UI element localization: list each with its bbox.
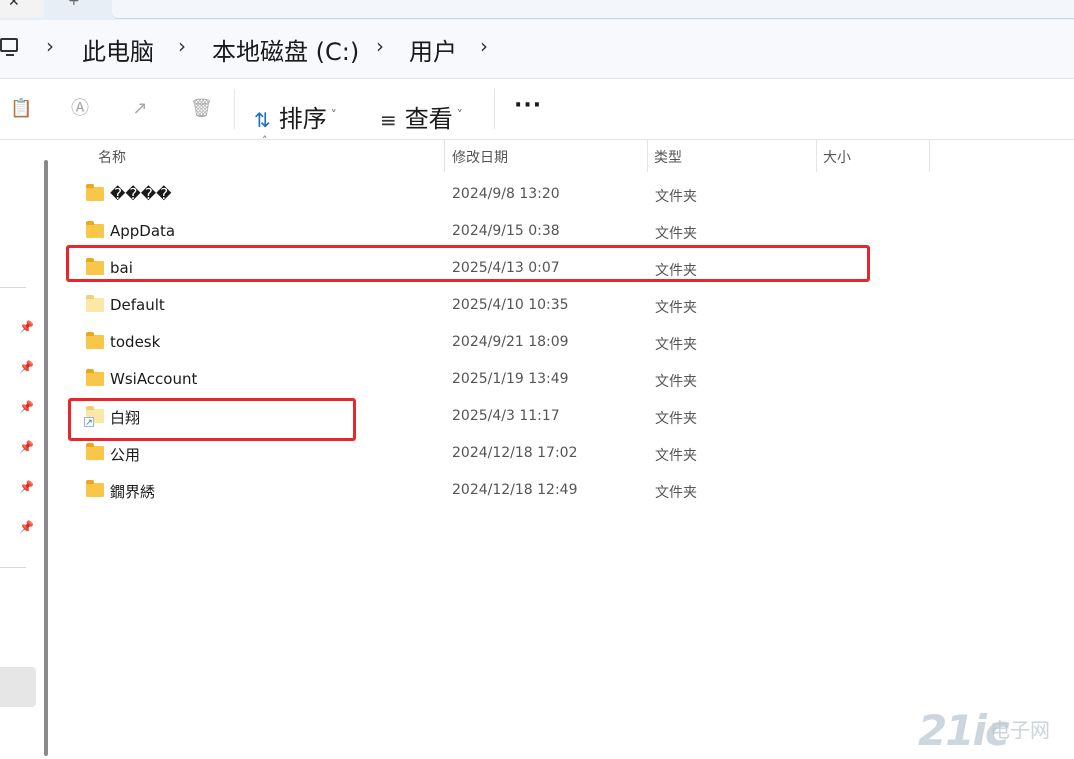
column-header-size[interactable]: 大小 [817, 140, 929, 172]
file-date: 2024/9/21 18:09 [452, 334, 569, 350]
file-row[interactable]: ���� 2024/9/8 13:20 文件夹 [0, 178, 1074, 215]
command-bar: 📋 Ⓐ ↗ 🗑 ⇅ 排序 ˅ ≡ 查看 ˅ ··· [0, 79, 1074, 140]
file-type: 文件夹 [655, 189, 697, 205]
folder-icon [86, 369, 104, 386]
file-name: Default [110, 296, 165, 314]
toolbar-divider [494, 89, 495, 129]
more-options-button[interactable]: ··· [514, 93, 542, 118]
sort-label: 排序 [278, 105, 327, 133]
pin-icon[interactable]: 📌 [19, 520, 34, 534]
column-header-name[interactable]: 名称 [80, 140, 444, 172]
view-icon: ≡ [380, 108, 397, 132]
tab-strip: ✕ + [0, 0, 1074, 20]
toolbar-divider [234, 89, 235, 129]
breadcrumb-local-disk[interactable]: 本地磁盘 (C:) [212, 32, 359, 67]
folder-icon [86, 443, 104, 460]
chevron-down-icon: ˅ [330, 108, 337, 122]
share-icon[interactable]: ↗ [130, 99, 150, 119]
chevron-right-icon[interactable]: › [46, 34, 54, 58]
file-type: 文件夹 [655, 485, 697, 501]
file-name: 公用 [110, 446, 141, 464]
file-name: WsiAccount [110, 370, 198, 388]
file-name: AppData [110, 222, 176, 240]
breadcrumb-this-pc[interactable]: 此电脑 [82, 32, 154, 67]
title-bar-area [112, 0, 1074, 19]
column-divider[interactable] [929, 140, 930, 172]
paste-icon[interactable]: 📋 [10, 99, 32, 119]
file-name: 鐗界綉 [110, 483, 156, 501]
rename-icon[interactable]: Ⓐ [70, 99, 90, 119]
view-button[interactable]: ≡ 查看 ˅ [380, 99, 463, 134]
delete-icon[interactable]: 🗑 [190, 99, 213, 119]
file-date: 2024/9/15 0:38 [452, 223, 560, 239]
close-tab-icon[interactable]: ✕ [8, 0, 20, 10]
folder-icon [86, 480, 104, 497]
chevron-right-icon[interactable]: › [376, 34, 384, 58]
file-date: 2025/1/19 13:49 [452, 371, 569, 387]
file-type: 文件夹 [655, 300, 697, 316]
file-type: 文件夹 [655, 374, 697, 390]
file-date: 2024/12/18 17:02 [452, 445, 578, 461]
active-tab[interactable]: ✕ [0, 0, 44, 18]
file-row[interactable]: 公用 2024/12/18 17:02 文件夹 [0, 437, 1074, 474]
watermark-logo: 21ic 电子网 [918, 706, 1068, 756]
file-row[interactable]: todesk 2024/9/21 18:09 文件夹 [0, 326, 1074, 363]
highlight-box-bai [66, 245, 870, 282]
folder-icon [86, 184, 104, 201]
nav-divider [0, 567, 26, 568]
nav-item-selected[interactable] [0, 667, 36, 707]
file-row[interactable]: 鐗界綉 2024/12/18 12:49 文件夹 [0, 474, 1074, 511]
file-type: 文件夹 [655, 411, 697, 427]
file-date: 2025/4/3 11:17 [452, 408, 560, 424]
column-header-type[interactable]: 类型 [648, 140, 816, 172]
file-date: 2025/4/10 10:35 [452, 297, 569, 313]
breadcrumb-users[interactable]: 用户 [409, 32, 457, 67]
chevron-right-icon[interactable]: › [178, 34, 186, 58]
file-name: todesk [110, 333, 161, 351]
sort-icon: ⇅ [254, 108, 271, 132]
watermark-text: 电子网 [990, 718, 1050, 742]
view-label: 查看 [404, 105, 453, 133]
file-row[interactable]: Default 2025/4/10 10:35 文件夹 [0, 289, 1074, 326]
folder-icon [86, 332, 104, 349]
file-type: 文件夹 [655, 448, 697, 464]
file-type: 文件夹 [655, 337, 697, 353]
column-header-date[interactable]: 修改日期 [445, 140, 647, 172]
this-pc-icon[interactable] [0, 38, 18, 56]
chevron-right-icon[interactable]: › [480, 34, 488, 58]
highlight-box-baixiang [68, 398, 356, 441]
file-date: 2024/12/18 12:49 [452, 482, 578, 498]
file-row[interactable]: WsiAccount 2025/1/19 13:49 文件夹 [0, 363, 1074, 400]
chevron-down-icon: ˅ [456, 108, 463, 122]
file-type: 文件夹 [655, 226, 697, 242]
new-tab-icon[interactable]: + [68, 0, 80, 9]
sort-button[interactable]: ⇅ 排序 ˅ [254, 99, 337, 134]
folder-light-icon [86, 295, 104, 312]
file-name: ���� [110, 185, 172, 203]
address-bar[interactable]: › 此电脑 › 本地磁盘 (C:) › 用户 › [0, 20, 1074, 79]
file-date: 2024/9/8 13:20 [452, 186, 560, 202]
folder-icon [86, 221, 104, 238]
